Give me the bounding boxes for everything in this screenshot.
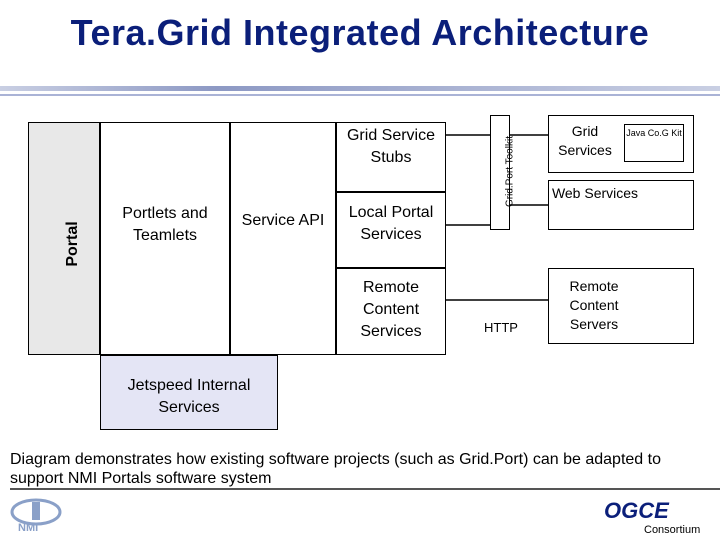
ogce-logo: OGCE — [604, 498, 669, 523]
ogce-logo-sub: Consortium — [644, 524, 701, 536]
bottom-divider — [10, 488, 720, 490]
jetspeed-label: Jetspeed Internal Services — [127, 377, 251, 416]
caption: Diagram demonstrates how existing softwa… — [10, 451, 661, 487]
nmi-logo-text: NMI — [18, 522, 39, 534]
nmi-logo: NMI — [8, 496, 64, 536]
